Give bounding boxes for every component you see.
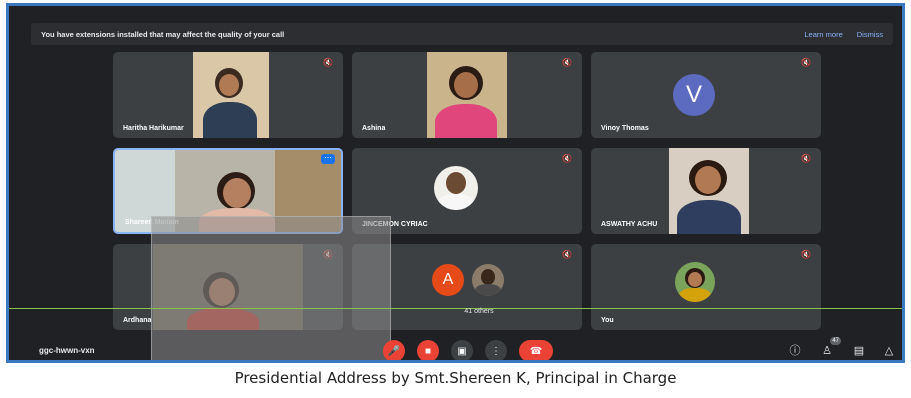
activities-button[interactable]: △: [881, 343, 897, 359]
more-options-button[interactable]: ⋮: [485, 340, 507, 360]
info-icon: ⓘ: [789, 345, 801, 357]
mic-muted-icon: 🔇: [562, 58, 572, 67]
more-options-icon[interactable]: ⋯: [321, 154, 335, 164]
participant-name: Haritha Harikumar: [123, 125, 184, 132]
participant-tile-self[interactable]: 🔇 You: [591, 244, 821, 330]
participant-tile[interactable]: 🔇 Ashina: [352, 52, 582, 138]
extensions-banner: You have extensions installed that may a…: [31, 23, 893, 45]
participant-avatar-photo: [472, 264, 504, 296]
camera-toggle-button[interactable]: ■: [417, 340, 439, 360]
mic-muted-icon: 🔇: [562, 154, 572, 163]
activities-icon: △: [884, 345, 894, 357]
participant-video: [427, 52, 507, 138]
people-button[interactable]: ♙ 47: [819, 337, 841, 359]
participant-tile[interactable]: 🔇 Haritha Harikumar: [113, 52, 343, 138]
banner-message: You have extensions installed that may a…: [41, 29, 285, 39]
participant-name: Ardhana: [123, 317, 152, 324]
participant-name: You: [601, 317, 614, 324]
people-count-badge: 47: [830, 337, 841, 345]
chat-icon: ▤: [853, 345, 865, 357]
present-screen-icon: ▣: [457, 345, 467, 357]
mic-muted-icon: 🔇: [801, 58, 811, 67]
participant-avatar: [434, 166, 478, 210]
meet-window: You have extensions installed that may a…: [6, 3, 905, 363]
participant-video: [193, 52, 269, 138]
mic-muted-icon: 🔇: [562, 250, 572, 259]
participant-name: ASWATHY ACHU: [601, 221, 658, 228]
mic-muted-icon: 🔇: [323, 58, 333, 67]
camera-off-icon: ■: [424, 345, 432, 357]
participant-video: [669, 148, 749, 234]
learn-more-link[interactable]: Learn more: [804, 30, 842, 39]
mic-muted-icon: 🔇: [801, 250, 811, 259]
mic-off-icon: 🎤: [387, 345, 401, 357]
leave-call-button[interactable]: ☎: [519, 340, 553, 360]
others-count-label: 41 others: [464, 308, 494, 315]
participant-avatar: [675, 262, 715, 302]
overlay-window: [151, 216, 391, 360]
mic-muted-icon: 🔇: [801, 154, 811, 163]
participant-name: Vinoy Thomas: [601, 125, 649, 132]
participant-tile[interactable]: 🔇 ASWATHY ACHU: [591, 148, 821, 234]
present-button[interactable]: ▣: [451, 340, 473, 360]
dismiss-button[interactable]: Dismiss: [857, 30, 883, 39]
participant-avatar: A: [432, 264, 464, 296]
participant-tile[interactable]: V 🔇 Vinoy Thomas: [591, 52, 821, 138]
more-vert-icon: ⋮: [491, 345, 501, 357]
participant-avatar: V: [673, 74, 715, 116]
meeting-code: ggc-hwwn-vxn: [39, 346, 95, 355]
people-icon: ♙: [822, 345, 832, 357]
meeting-details-button[interactable]: ⓘ: [787, 343, 803, 359]
slide-caption: Presidential Address by Smt.Shereen K, P…: [234, 369, 677, 387]
participant-name: Ashina: [362, 125, 386, 132]
mic-toggle-button[interactable]: 🎤: [383, 340, 405, 360]
chat-button[interactable]: ▤: [851, 343, 867, 359]
hang-up-icon: ☎: [529, 345, 543, 357]
